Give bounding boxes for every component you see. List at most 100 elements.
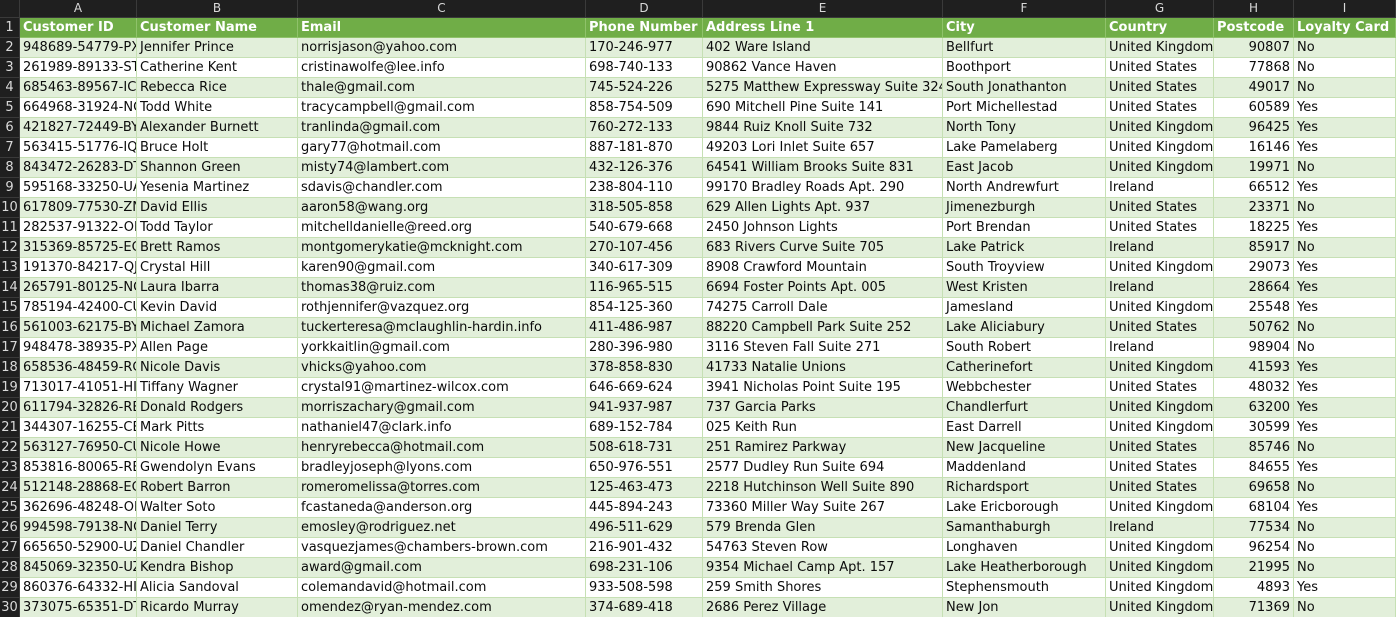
cell-city[interactable]: East Jacob [943,158,1106,178]
cell-country[interactable]: United Kingdom [1106,578,1214,598]
cell-customer-id[interactable]: 561003-62175-BY [20,318,137,338]
cell-address-line-1[interactable]: 690 Mitchell Pine Suite 141 [703,98,943,118]
row-header[interactable]: 27 [0,538,20,558]
cell-loyalty-card[interactable]: Yes [1294,358,1396,378]
cell-city[interactable]: Port Michellestad [943,98,1106,118]
cell-address-line-1[interactable]: 73360 Miller Way Suite 267 [703,498,943,518]
cell-customer-id[interactable]: 315369-85725-EO [20,238,137,258]
cell-city[interactable]: East Darrell [943,418,1106,438]
cell-country[interactable]: United States [1106,218,1214,238]
cell-email[interactable]: romeromelissa@torres.com [298,478,586,498]
cell-email[interactable]: mitchelldanielle@reed.org [298,218,586,238]
cell-customer-id[interactable]: 845069-32350-UZ [20,558,137,578]
cell-city[interactable]: Boothport [943,58,1106,78]
cell-city[interactable]: New Jacqueline [943,438,1106,458]
column-header-f[interactable]: F [943,0,1106,18]
cell-customer-name[interactable]: Mark Pitts [137,418,298,438]
cell-address-line-1[interactable]: 737 Garcia Parks [703,398,943,418]
cell-email[interactable]: karen90@gmail.com [298,258,586,278]
cell-loyalty-card[interactable]: No [1294,198,1396,218]
cell-address-line-1[interactable]: 99170 Bradley Roads Apt. 290 [703,178,943,198]
cell-customer-id[interactable]: 512148-28868-EO [20,478,137,498]
cell-email[interactable]: vhicks@yahoo.com [298,358,586,378]
cell-customer-id[interactable]: 421827-72449-BY [20,118,137,138]
header-cell-address-line-1[interactable]: Address Line 1 [703,18,943,38]
cell-loyalty-card[interactable]: Yes [1294,578,1396,598]
cell-loyalty-card[interactable]: No [1294,318,1396,338]
cell-address-line-1[interactable]: 402 Ware Island [703,38,943,58]
row-header[interactable]: 28 [0,558,20,578]
cell-country[interactable]: United Kingdom [1106,138,1214,158]
cell-customer-name[interactable]: Ricardo Murray [137,598,298,617]
cell-phone-number[interactable]: 941-937-987 [586,398,703,418]
cell-email[interactable]: misty74@lambert.com [298,158,586,178]
cell-postcode[interactable]: 66512 [1214,178,1294,198]
cell-email[interactable]: fcastaneda@anderson.org [298,498,586,518]
cell-postcode[interactable]: 84655 [1214,458,1294,478]
cell-email[interactable]: rothjennifer@vazquez.org [298,298,586,318]
cell-email[interactable]: yorkkaitlin@gmail.com [298,338,586,358]
row-header[interactable]: 29 [0,578,20,598]
cell-loyalty-card[interactable]: No [1294,598,1396,617]
cell-loyalty-card[interactable]: Yes [1294,458,1396,478]
cell-city[interactable]: Richardsport [943,478,1106,498]
cell-customer-name[interactable]: Donald Rodgers [137,398,298,418]
cell-customer-id[interactable]: 362696-48248-OB [20,498,137,518]
cell-postcode[interactable]: 85917 [1214,238,1294,258]
cell-postcode[interactable]: 60589 [1214,98,1294,118]
cell-customer-name[interactable]: Robert Barron [137,478,298,498]
cell-customer-id[interactable]: 948478-38935-PX [20,338,137,358]
cell-city[interactable]: North Andrewfurt [943,178,1106,198]
cell-address-line-1[interactable]: 259 Smith Shores [703,578,943,598]
cell-phone-number[interactable]: 540-679-668 [586,218,703,238]
cell-postcode[interactable]: 48032 [1214,378,1294,398]
cell-loyalty-card[interactable]: Yes [1294,98,1396,118]
cell-city[interactable]: Jamesland [943,298,1106,318]
cell-loyalty-card[interactable]: Yes [1294,498,1396,518]
cell-phone-number[interactable]: 238-804-110 [586,178,703,198]
cell-loyalty-card[interactable]: Yes [1294,218,1396,238]
cell-customer-id[interactable]: 563415-51776-IQ [20,138,137,158]
cell-customer-id[interactable]: 665650-52900-UZ [20,538,137,558]
row-header[interactable]: 14 [0,278,20,298]
cell-city[interactable]: Port Brendan [943,218,1106,238]
cell-loyalty-card[interactable]: No [1294,78,1396,98]
cell-city[interactable]: Bellfurt [943,38,1106,58]
cell-phone-number[interactable]: 858-754-509 [586,98,703,118]
cell-city[interactable]: South Troyview [943,258,1106,278]
cell-phone-number[interactable]: 887-181-870 [586,138,703,158]
cell-email[interactable]: aaron58@wang.org [298,198,586,218]
row-header[interactable]: 10 [0,198,20,218]
cell-country[interactable]: Ireland [1106,338,1214,358]
row-header[interactable]: 12 [0,238,20,258]
cell-phone-number[interactable]: 116-965-515 [586,278,703,298]
cell-phone-number[interactable]: 650-976-551 [586,458,703,478]
column-header-g[interactable]: G [1106,0,1214,18]
cell-address-line-1[interactable]: 8908 Crawford Mountain [703,258,943,278]
row-header[interactable]: 13 [0,258,20,278]
row-header[interactable]: 2 [0,38,20,58]
cell-customer-id[interactable]: 843472-26283-DT [20,158,137,178]
cell-city[interactable]: Lake Aliciabury [943,318,1106,338]
row-header[interactable]: 18 [0,358,20,378]
cell-customer-id[interactable]: 658536-48459-RG [20,358,137,378]
row-header[interactable]: 3 [0,58,20,78]
cell-customer-name[interactable]: Bruce Holt [137,138,298,158]
cell-customer-name[interactable]: Walter Soto [137,498,298,518]
cell-loyalty-card[interactable]: No [1294,558,1396,578]
cell-country[interactable]: United States [1106,198,1214,218]
row-header[interactable]: 17 [0,338,20,358]
cell-address-line-1[interactable]: 629 Allen Lights Apt. 937 [703,198,943,218]
row-header[interactable]: 23 [0,458,20,478]
column-header-b[interactable]: B [137,0,298,18]
column-header-c[interactable]: C [298,0,586,18]
row-header[interactable]: 6 [0,118,20,138]
cell-address-line-1[interactable]: 2577 Dudley Run Suite 694 [703,458,943,478]
cell-customer-id[interactable]: 191370-84217-QJ [20,258,137,278]
cell-customer-name[interactable]: Alicia Sandoval [137,578,298,598]
cell-country[interactable]: United States [1106,438,1214,458]
cell-address-line-1[interactable]: 41733 Natalie Unions [703,358,943,378]
cell-phone-number[interactable]: 378-858-830 [586,358,703,378]
cell-customer-id[interactable]: 785194-42400-CU [20,298,137,318]
cell-email[interactable]: morriszachary@gmail.com [298,398,586,418]
